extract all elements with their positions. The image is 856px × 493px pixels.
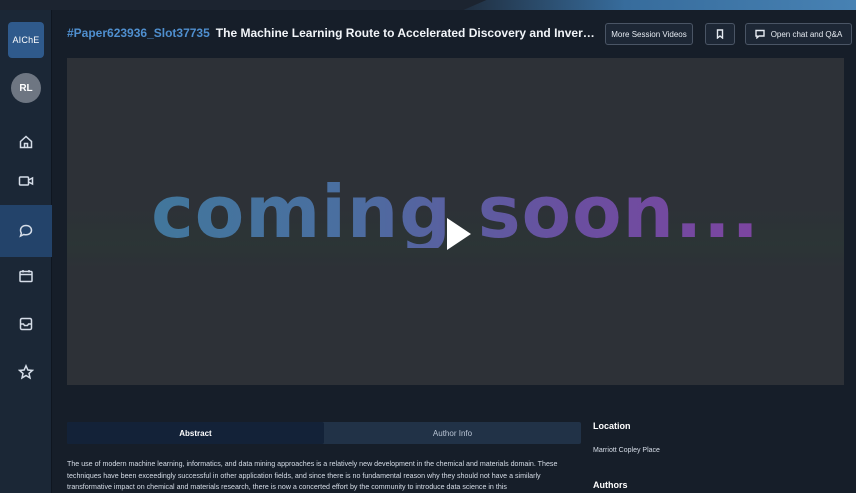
- session-title: #Paper623936_Slot37735 The Machine Learni…: [67, 26, 599, 40]
- paper-id: #Paper623936_Slot37735: [67, 26, 210, 40]
- video-player[interactable]: coming soon...: [67, 58, 844, 385]
- location-value: Marriott Copley Place: [593, 447, 660, 454]
- calendar-icon: [19, 270, 33, 283]
- tab-author-info-label: Author Info: [432, 428, 473, 438]
- sidebar-item-calendar[interactable]: [0, 250, 52, 302]
- home-icon: [19, 135, 33, 149]
- content-tabs: Abstract Author Info: [67, 422, 581, 444]
- sidebar-item-archive[interactable]: [0, 298, 52, 350]
- sidebar: AIChE RL: [0, 10, 52, 493]
- bookmark-icon: [716, 29, 724, 39]
- sidebar-item-video[interactable]: [0, 155, 52, 207]
- location-heading: Location: [593, 421, 631, 431]
- more-session-videos-label: More Session Videos: [611, 29, 687, 39]
- tab-author-info[interactable]: Author Info: [324, 422, 581, 444]
- session-header: #Paper623936_Slot37735 The Machine Learni…: [52, 10, 856, 58]
- chat-bubble-icon: [19, 224, 33, 238]
- app-window: AIChE RL #Paper623936_Slot37735 The Mach…: [0, 10, 856, 493]
- paper-title: The Machine Learning Route to Accelerate…: [215, 26, 599, 40]
- play-icon[interactable]: [447, 218, 471, 250]
- aiche-logo[interactable]: AIChE: [8, 22, 44, 58]
- bookmark-button[interactable]: [705, 23, 735, 45]
- more-session-videos-button[interactable]: More Session Videos: [605, 23, 693, 45]
- tab-abstract-label: Abstract: [179, 428, 212, 438]
- abstract-text: The use of modern machine learning, info…: [67, 460, 558, 491]
- chat-bubble-icon: [754, 29, 765, 39]
- sidebar-item-favorites[interactable]: [0, 346, 52, 398]
- user-avatar[interactable]: RL: [11, 73, 41, 103]
- open-chat-label: Open chat and Q&A: [770, 29, 843, 39]
- archive-box-icon: [19, 317, 33, 331]
- tab-abstract[interactable]: Abstract: [67, 422, 324, 444]
- authors-heading: Authors: [593, 480, 628, 490]
- video-camera-icon: [18, 176, 34, 186]
- open-chat-button[interactable]: Open chat and Q&A: [745, 23, 852, 45]
- star-icon: [18, 364, 34, 380]
